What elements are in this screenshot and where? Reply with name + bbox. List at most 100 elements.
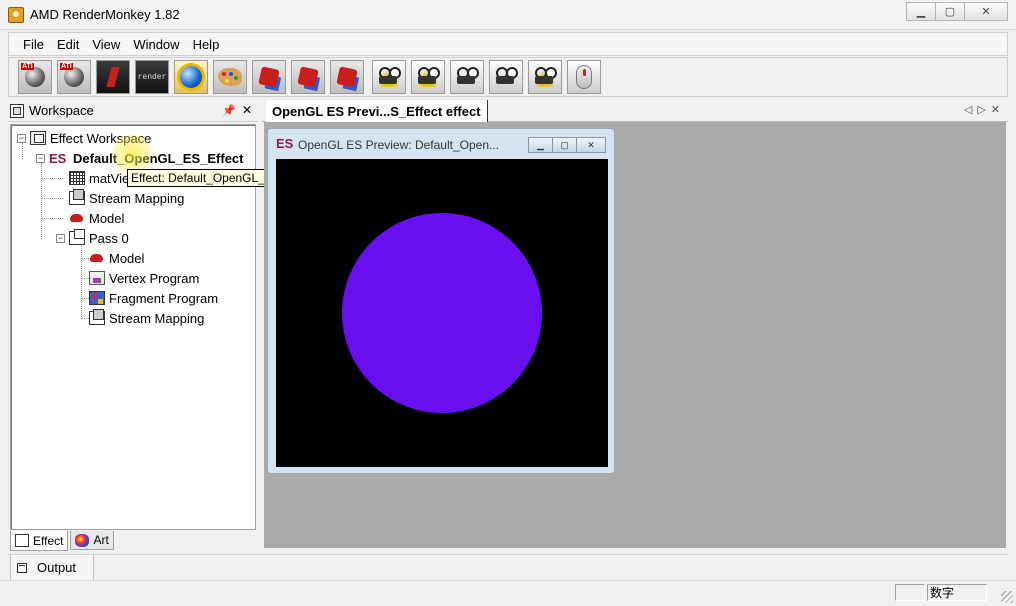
maximize-button[interactable]: ▢ — [935, 2, 965, 21]
pin-icon[interactable]: 📌 — [222, 104, 236, 117]
compile-icon — [106, 67, 120, 87]
tree-line — [41, 178, 63, 179]
cursor-highlight — [112, 134, 152, 174]
scroll-left-icon[interactable]: ◁ — [964, 103, 972, 116]
render-viewport[interactable] — [276, 159, 608, 467]
tree-item-fragment-program[interactable]: Fragment Program — [89, 288, 218, 308]
close-document-icon[interactable]: ✕ — [991, 103, 1000, 116]
tree-line — [81, 258, 89, 259]
model-icon — [89, 251, 105, 265]
tree-label: Default_OpenGL_ES_Effect — [73, 150, 244, 166]
camera-button-5[interactable] — [528, 60, 562, 94]
tree-label: Pass 0 — [89, 230, 129, 246]
add-effect-button[interactable] — [57, 60, 91, 94]
app-icon — [8, 7, 24, 23]
tab-label: Art — [93, 533, 109, 547]
tree-item-vertex-program[interactable]: Vertex Program — [89, 268, 199, 288]
es-icon: ES — [276, 136, 294, 151]
scroll-right-icon[interactable]: ▷ — [977, 103, 985, 116]
fragment-program-icon — [89, 291, 105, 305]
edit-variable-button[interactable] — [291, 60, 325, 94]
title-bar: AMD RenderMonkey 1.82 ▁ ▢ ✕ — [0, 0, 1016, 30]
preview-window-controls: ▁ ▢ ✕ — [528, 137, 606, 153]
mouse-icon — [576, 65, 592, 89]
camera-icon — [494, 67, 518, 87]
status-numlock: 数字 — [927, 584, 987, 601]
tree-line — [81, 278, 89, 279]
status-pane-empty — [895, 584, 925, 601]
camera-button-1[interactable] — [372, 60, 406, 94]
tree-item-pass[interactable]: − Pass 0 — [56, 228, 129, 248]
vertex-program-icon — [89, 271, 105, 285]
output-bar: Output — [8, 554, 1008, 581]
menu-file[interactable]: File — [23, 37, 44, 52]
preview-title-bar[interactable]: ES OpenGL ES Preview: Default_Open... ▁ … — [268, 129, 614, 159]
tree-item-pass-model[interactable]: Model — [89, 248, 144, 268]
tree-line — [41, 163, 42, 239]
preview-close-button[interactable]: ✕ — [576, 137, 606, 153]
menu-help[interactable]: Help — [193, 37, 220, 52]
camera-button-3[interactable] — [450, 60, 484, 94]
output-icon — [17, 562, 27, 573]
rendered-sphere — [342, 213, 542, 413]
render-button[interactable]: render — [135, 60, 169, 94]
effect-tab-icon — [15, 534, 29, 547]
camera-button-4[interactable] — [489, 60, 523, 94]
collapse-toggle[interactable]: − — [36, 153, 45, 163]
tab-effect[interactable]: Effect — [10, 531, 69, 551]
tree-label: Vertex Program — [109, 270, 200, 286]
mouse-button[interactable] — [567, 60, 601, 94]
tree-label: Stream Mapping — [109, 310, 205, 326]
art-button[interactable] — [213, 60, 247, 94]
red-cube-icon — [258, 66, 280, 88]
close-icon[interactable]: ✕ — [242, 103, 252, 117]
render-icon: render — [137, 72, 167, 82]
camera-icon — [416, 67, 440, 87]
es-effect-icon: ES — [49, 151, 67, 166]
tab-label: Effect — [33, 533, 64, 548]
camera-icon — [533, 67, 557, 87]
stream-mapping-icon — [69, 189, 85, 205]
document-tabs: OpenGL ES Previ...S_Effect effect ◁ ▷ ✕ — [262, 100, 1008, 122]
tree-label: Model — [109, 250, 145, 266]
collapse-toggle[interactable]: − — [17, 133, 26, 143]
stream-mapping-icon — [89, 309, 105, 325]
tree-line — [81, 298, 89, 299]
tree-label: Model — [89, 210, 125, 226]
tree-line — [81, 243, 82, 319]
add-variable-button[interactable] — [252, 60, 286, 94]
tree-item-model[interactable]: Model — [69, 208, 124, 228]
tab-preview-document[interactable]: OpenGL ES Previ...S_Effect effect — [266, 100, 488, 122]
menu-window[interactable]: Window — [133, 37, 179, 52]
preview-minimize-button[interactable]: ▁ — [528, 137, 553, 153]
tab-art[interactable]: Art — [70, 531, 114, 550]
menu-view[interactable]: View — [92, 37, 120, 52]
window-title: AMD RenderMonkey 1.82 — [30, 7, 180, 22]
copy-variable-button[interactable] — [330, 60, 364, 94]
camera-icon — [377, 67, 401, 87]
collapse-toggle[interactable]: − — [56, 233, 65, 243]
red-cube-copy-icon — [336, 66, 358, 88]
blue-sphere-icon — [180, 66, 202, 88]
tab-output[interactable]: Output — [10, 555, 94, 581]
workspace-header: Workspace 📌 ✕ — [8, 100, 258, 122]
red-cube-edit-icon — [297, 66, 319, 88]
preview-button[interactable] — [174, 60, 208, 94]
workspace-icon — [10, 103, 24, 118]
add-default-effect-button[interactable] — [18, 60, 52, 94]
minimize-button[interactable]: ▁ — [906, 2, 936, 21]
model-icon — [69, 211, 85, 225]
close-button[interactable]: ✕ — [964, 2, 1008, 21]
tree-item-stream-mapping[interactable]: Stream Mapping — [69, 188, 184, 208]
tree-item-pass-stream-mapping[interactable]: Stream Mapping — [89, 308, 204, 328]
resize-grip-icon[interactable] — [1001, 591, 1013, 603]
compile-button[interactable] — [96, 60, 130, 94]
palette-icon — [218, 68, 242, 86]
camera-button-2[interactable] — [411, 60, 445, 94]
menu-edit[interactable]: Edit — [57, 37, 79, 52]
preview-window: ES OpenGL ES Preview: Default_Open... ▁ … — [267, 128, 615, 474]
matrix-icon — [69, 171, 85, 185]
ati-sphere-icon — [25, 67, 45, 87]
window-controls: ▁ ▢ ✕ — [906, 2, 1008, 21]
preview-maximize-button[interactable]: ▢ — [552, 137, 577, 153]
